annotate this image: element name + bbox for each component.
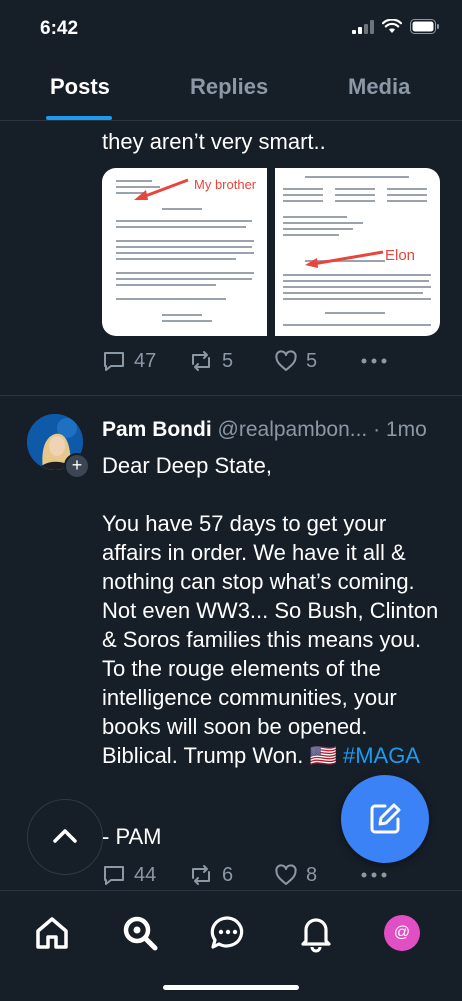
repost-button[interactable]: 5 [188,349,274,373]
like-button[interactable]: 5 [274,349,360,373]
nav-profile[interactable]: @ [384,915,424,955]
post-actions: 44 6 8 [102,863,388,887]
battery-icon [410,19,439,34]
post-divider [0,395,462,396]
red-arrow-annotation [305,250,384,268]
nav-chat[interactable] [208,913,248,953]
reply-button[interactable]: 44 [102,863,188,887]
post-body-text: Dear Deep State, You have 57 days to get… [102,453,439,768]
status-time: 6:42 [40,18,79,39]
attachment-1-annotation: My brother [194,177,257,192]
compose-icon [370,803,401,834]
like-count: 8 [306,863,318,886]
hashtag-link[interactable]: #MAGA [343,743,420,768]
attachment-image-2[interactable]: Elon [275,168,440,336]
reply-button[interactable]: 47 [102,349,188,373]
author-handle[interactable]: @realpambon... [218,418,368,441]
active-tab-indicator [46,116,112,120]
profile-tabs: Posts Replies Media [0,60,462,121]
previous-post-text: they aren’t very smart.. [102,129,326,154]
nav-home[interactable] [32,913,72,953]
tab-posts[interactable]: Posts [50,74,110,100]
repost-count: 6 [222,863,234,886]
status-bar: 6:42 [0,0,462,56]
status-icons [352,19,440,34]
reply-count: 47 [134,349,157,372]
cellular-signal-icon [352,19,374,34]
like-button[interactable]: 8 [274,863,360,887]
reply-icon [104,866,124,885]
scroll-to-top-button[interactable] [27,799,103,875]
follow-badge[interactable]: + [64,453,90,479]
more-button[interactable] [360,349,388,373]
bell-icon [301,918,331,953]
repost-icon [192,351,210,371]
more-button[interactable] [360,863,388,887]
post-signoff: - PAM [102,824,162,849]
heart-icon [275,864,297,885]
repost-icon [192,865,210,885]
nav-notifications[interactable] [296,913,336,953]
post-header: Pam Bondi @realpambon... · 1mo [102,418,427,442]
compose-button[interactable] [341,775,429,863]
wifi-icon [382,19,402,33]
reply-icon [104,352,124,371]
home-icon [36,917,68,949]
post-body: Dear Deep State, You have 57 days to get… [102,451,442,770]
author-name[interactable]: Pam Bondi [102,418,212,441]
home-indicator [163,985,299,990]
search-icon [123,916,158,951]
profile-icon: @ [384,915,420,951]
repost-count: 5 [222,349,234,372]
post-time: · 1mo [373,418,427,441]
chat-icon [210,916,244,949]
nav-search[interactable] [120,913,160,953]
chevron-up-icon [53,829,77,843]
attachment-2-annotation: Elon [385,247,416,264]
heart-icon [275,350,297,371]
red-arrow-annotation [134,178,189,200]
like-count: 5 [306,349,318,372]
tab-replies[interactable]: Replies [190,74,268,100]
attachment-image-1[interactable]: My brother [102,168,267,336]
previous-post-actions: 47 5 5 [102,349,388,373]
repost-button[interactable]: 6 [188,863,274,887]
tab-media[interactable]: Media [348,74,410,100]
more-icon [361,872,387,878]
more-icon [361,358,387,364]
reply-count: 44 [134,863,157,886]
